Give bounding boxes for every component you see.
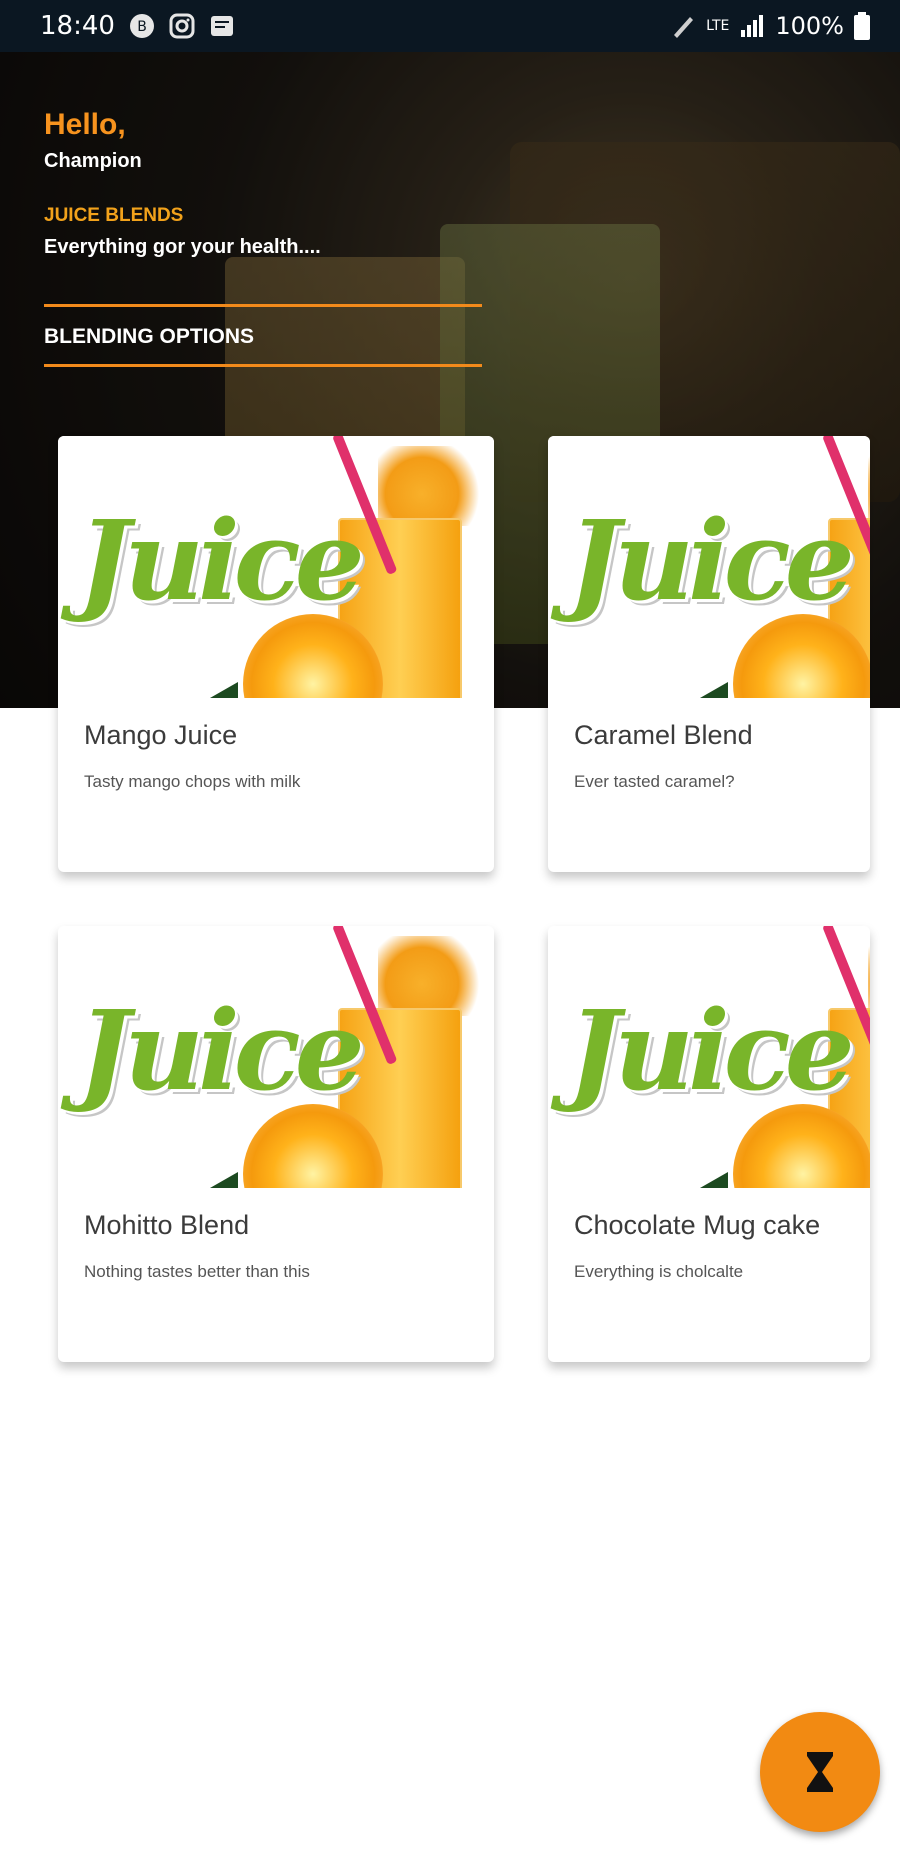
card-image: Juice <box>58 926 494 1188</box>
juice-logo-text: Juice <box>568 986 855 1115</box>
card-title: Mango Juice <box>84 720 238 750</box>
card-title: Chocolate Mug cake <box>574 1210 821 1240</box>
divider <box>44 364 482 367</box>
options-label: BLENDING OPTIONS <box>44 325 255 348</box>
status-bar: 18:40 B LTE 100% <box>0 0 900 52</box>
blend-card[interactable]: Juice Mohitto Blend Nothing tastes bette… <box>58 926 494 1362</box>
blend-card[interactable]: Juice Chocolate Mug cake Everything is c… <box>548 926 870 1362</box>
username: Champion <box>44 150 142 172</box>
status-left: 18:40 B <box>40 0 235 52</box>
fab-button[interactable] <box>760 1712 880 1832</box>
signal-icon <box>741 15 764 37</box>
blend-card[interactable]: Juice Caramel Blend Ever tasted caramel? <box>548 436 870 872</box>
card-description: Everything is cholcalte <box>574 1262 744 1281</box>
card-description: Nothing tastes better than this <box>84 1262 310 1281</box>
section-title: JUICE BLENDS <box>44 205 184 226</box>
card-image: Juice <box>548 436 870 698</box>
battery-percent: 100% <box>775 12 844 40</box>
battery-icon <box>854 12 870 40</box>
card-description: Ever tasted caramel? <box>574 772 735 791</box>
juice-logo-text: Juice <box>78 496 365 625</box>
status-right: LTE 100% <box>670 0 870 52</box>
juice-logo-text: Juice <box>78 986 365 1115</box>
message-icon <box>210 16 233 36</box>
splash-graphic <box>868 936 870 1016</box>
card-title: Mohitto Blend <box>84 1210 250 1240</box>
splash-graphic <box>378 936 488 1016</box>
card-description: Tasty mango chops with milk <box>84 772 301 791</box>
leaf-graphic <box>210 1172 238 1188</box>
card-image: Juice <box>58 436 494 698</box>
blend-card[interactable]: Juice Mango Juice Tasty mango chops with… <box>58 436 494 872</box>
section-subtitle: Everything gor your health.... <box>44 236 321 258</box>
juice-logo-text: Juice <box>568 496 855 625</box>
leaf-graphic <box>700 682 728 698</box>
leaf-graphic <box>210 682 238 698</box>
divider <box>44 304 482 307</box>
svg-text:B: B <box>137 19 147 35</box>
leaf-graphic <box>700 1172 728 1188</box>
notification-b-icon: B <box>129 14 154 38</box>
card-image: Juice <box>548 926 870 1188</box>
network-label: LTE <box>706 18 730 34</box>
hourglass-icon <box>807 1752 833 1792</box>
splash-graphic <box>868 446 870 526</box>
pen-icon <box>674 17 694 38</box>
status-time: 18:40 <box>40 11 115 41</box>
instagram-icon <box>169 13 195 39</box>
card-title: Caramel Blend <box>574 720 753 750</box>
greeting: Hello, <box>44 108 126 141</box>
splash-graphic <box>378 446 488 526</box>
